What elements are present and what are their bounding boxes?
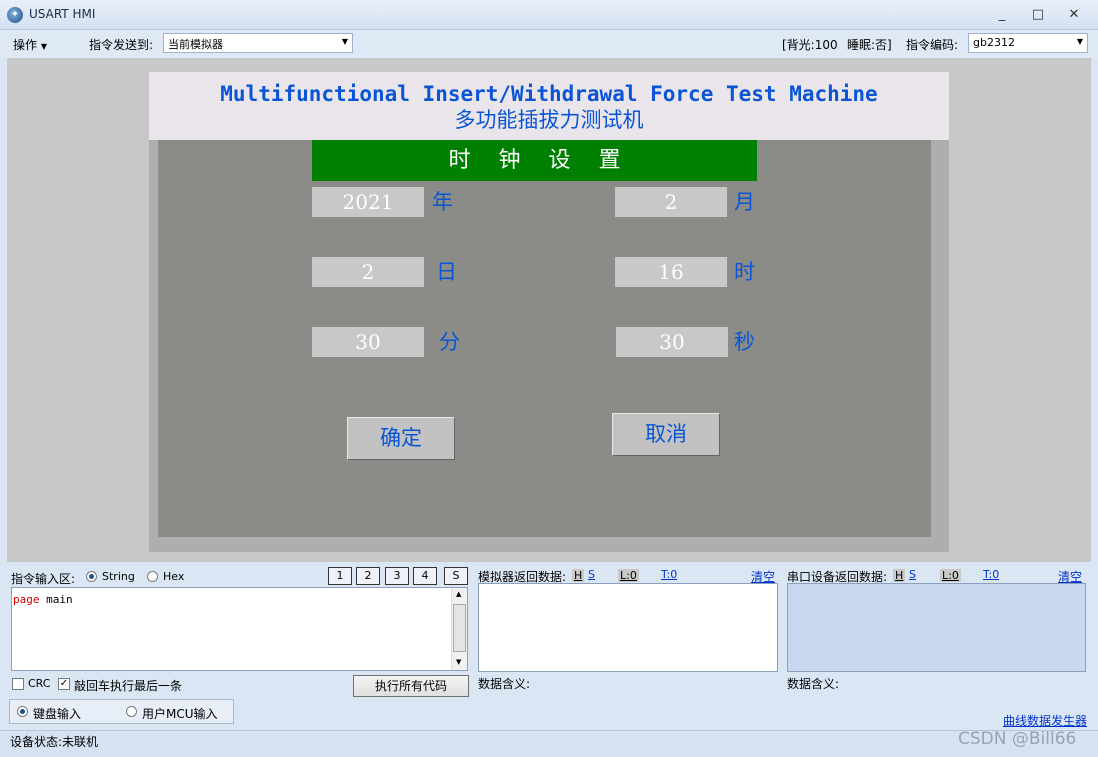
month-unit: 月 <box>734 190 755 214</box>
second-unit: 秒 <box>734 330 755 354</box>
serial-s-toggle[interactable]: S <box>909 568 916 581</box>
scroll-down-icon[interactable]: ▼ <box>456 658 461 666</box>
curve-generator-link[interactable]: 曲线数据发生器 <box>1003 712 1087 729</box>
month-field[interactable]: 2 <box>615 187 727 217</box>
preset-button-4[interactable]: 4 <box>413 567 437 585</box>
device-status: 设备状态:未联机 <box>10 735 99 749</box>
backlight-status: [背光:100 <box>782 38 838 52</box>
sim-s-toggle[interactable]: S <box>588 568 595 581</box>
day-unit: 日 <box>436 260 457 284</box>
serial-time: T:0 <box>983 568 1000 581</box>
confirm-button[interactable]: 确定 <box>347 417 455 460</box>
sim-return-box[interactable] <box>478 583 778 672</box>
watermark: CSDN @Bill66 <box>958 729 1077 749</box>
crc-label: CRC <box>28 677 51 690</box>
day-field[interactable]: 2 <box>312 257 424 287</box>
second-field[interactable]: 30 <box>616 327 728 357</box>
serial-return-box[interactable] <box>787 583 1086 672</box>
window-title: USART HMI <box>29 7 96 21</box>
hmi-title-en: Multifunctional Insert/Withdrawal Force … <box>220 82 878 106</box>
title-bar <box>0 0 1098 30</box>
hour-unit: 时 <box>734 260 755 284</box>
sim-length: L:0 <box>618 569 639 582</box>
send-to-select[interactable]: 当前模拟器 ▼ <box>163 33 353 53</box>
mcu-input-label: 用户MCU输入 <box>142 707 218 721</box>
preset-button-s[interactable]: S <box>444 567 468 585</box>
crc-checkbox[interactable] <box>12 678 24 690</box>
chevron-down-icon: ▼ <box>1076 37 1083 46</box>
hour-field[interactable]: 16 <box>615 257 727 287</box>
command-editor[interactable]: page main <box>11 587 468 671</box>
command-input-label: 指令输入区: <box>11 572 76 586</box>
preset-button-3[interactable]: 3 <box>385 567 409 585</box>
sim-time: T:0 <box>661 568 678 581</box>
enter-exec-checkbox[interactable]: ✓ <box>58 678 70 690</box>
serial-h-toggle[interactable]: H <box>893 569 906 582</box>
mcu-input-radio[interactable] <box>126 706 137 717</box>
keyboard-input-label: 键盘输入 <box>33 707 82 721</box>
preset-button-2[interactable]: 2 <box>356 567 380 585</box>
minute-field[interactable]: 30 <box>312 327 424 357</box>
minimize-button[interactable]: _ <box>988 6 1016 24</box>
status-bar <box>0 730 1098 757</box>
serial-length: L:0 <box>940 569 961 582</box>
cancel-button[interactable]: 取消 <box>612 413 720 456</box>
maximize-button[interactable]: □ <box>1024 6 1052 24</box>
string-label: String <box>102 570 135 583</box>
editor-scrollbar[interactable]: ▲ ▼ <box>451 588 467 670</box>
clock-settings-banner: 时钟设置 <box>312 140 757 181</box>
run-all-button[interactable]: 执行所有代码 <box>353 675 469 697</box>
serial-meaning-label: 数据含义: <box>787 677 840 691</box>
app-globe-icon: ✦ <box>7 7 23 23</box>
string-radio[interactable] <box>86 571 97 582</box>
encoding-label: 指令编码: <box>906 38 959 52</box>
hmi-body <box>158 140 931 537</box>
hmi-title-cn: 多功能插拔力测试机 <box>454 108 644 132</box>
encoding-select[interactable]: gb2312 ▼ <box>968 33 1088 53</box>
year-unit: 年 <box>432 190 453 214</box>
close-button[interactable]: ✕ <box>1060 6 1088 24</box>
operate-menu[interactable]: 操作 ▼ <box>13 36 47 53</box>
sim-h-toggle[interactable]: H <box>572 569 585 582</box>
enter-exec-label: 敲回车执行最后一条 <box>74 679 183 693</box>
scroll-thumb[interactable] <box>453 604 466 652</box>
keyboard-input-radio[interactable] <box>17 706 28 717</box>
sleep-status: 睡眠:否] <box>847 38 892 52</box>
hex-radio[interactable] <box>147 571 158 582</box>
preset-button-1[interactable]: 1 <box>328 567 352 585</box>
minute-unit: 分 <box>439 330 460 354</box>
year-field[interactable]: 2021 <box>312 187 424 217</box>
send-to-label: 指令发送到: <box>89 38 154 52</box>
scroll-up-icon[interactable]: ▲ <box>456 590 461 598</box>
chevron-down-icon: ▼ <box>40 42 47 51</box>
code-keyword: page <box>13 593 40 606</box>
code-text: main <box>39 593 73 606</box>
sim-meaning-label: 数据含义: <box>478 677 531 691</box>
chevron-down-icon: ▼ <box>341 37 348 46</box>
hex-label: Hex <box>163 570 185 583</box>
